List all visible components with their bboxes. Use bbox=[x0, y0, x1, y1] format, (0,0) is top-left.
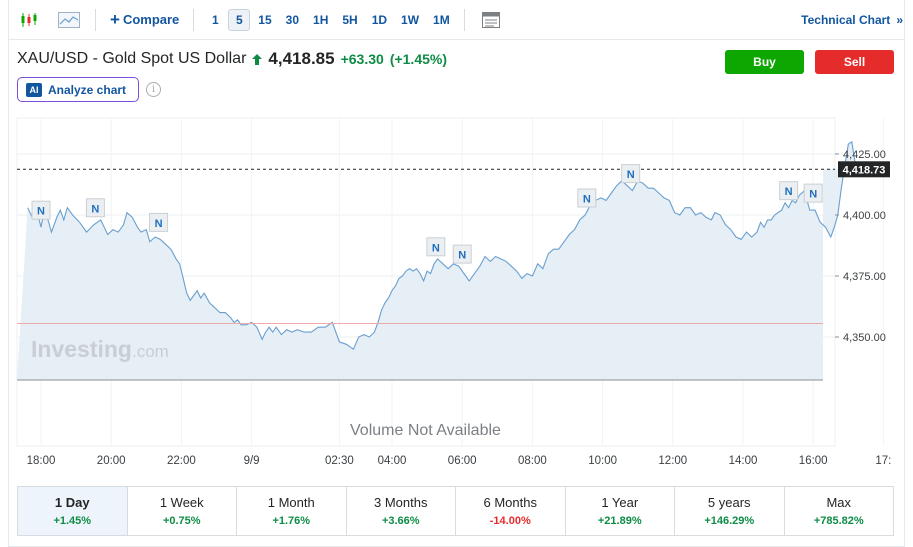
x-tick-label: 14:00 bbox=[729, 455, 758, 467]
x-tick-label: 08:00 bbox=[518, 455, 547, 467]
x-tick-label: 20:00 bbox=[97, 455, 126, 467]
y-tick-label: 4,425.00 bbox=[843, 149, 886, 161]
period-label: 1 Month bbox=[267, 495, 315, 510]
x-tick-label: 12:00 bbox=[658, 455, 687, 467]
watermark-suffix: .com bbox=[132, 342, 169, 361]
news-marker-label: N bbox=[432, 242, 440, 254]
period-label: Max bbox=[826, 495, 852, 510]
x-tick-label: 17: bbox=[875, 455, 891, 467]
period-change: +3.66% bbox=[381, 515, 420, 527]
news-marker-label: N bbox=[37, 206, 45, 218]
period-change: +146.29% bbox=[704, 515, 755, 527]
volume-not-available: Volume Not Available bbox=[350, 422, 501, 439]
period-tab[interactable]: 3 Months +3.66% bbox=[347, 487, 456, 535]
period-label: 1 Year bbox=[601, 495, 639, 510]
period-tab[interactable]: 1 Week +0.75% bbox=[128, 487, 237, 535]
period-change: +785.82% bbox=[813, 515, 864, 527]
period-label: 3 Months bbox=[374, 495, 428, 510]
x-tick-label: 04:00 bbox=[378, 455, 407, 467]
price-chart[interactable]: Investing.com N N N N N N N N N 4,425.00 4,400.00 4… bbox=[0, 0, 913, 547]
x-tick-label: 22:00 bbox=[167, 455, 196, 467]
news-marker-label: N bbox=[155, 218, 163, 230]
x-tick-label: 16:00 bbox=[799, 455, 828, 467]
period-tab[interactable]: 6 Months -14.00% bbox=[456, 487, 566, 535]
y-tick-label: 4,375.00 bbox=[843, 271, 886, 283]
current-price-label: 4,418.73 bbox=[843, 164, 886, 176]
period-change: +1.45% bbox=[53, 515, 92, 527]
x-tick-label: 18:00 bbox=[27, 455, 56, 467]
period-performance-strip: 1 Day +1.45% 1 Week +0.75% 1 Month +1.76% 3 Mo… bbox=[17, 486, 894, 536]
period-tab[interactable]: 1 Month +1.76% bbox=[237, 487, 347, 535]
x-tick-label: 06:00 bbox=[448, 455, 477, 467]
period-tab[interactable]: Max +785.82% bbox=[785, 487, 894, 535]
x-tick-label: 9/9 bbox=[244, 455, 260, 467]
x-tick-label: 02:30 bbox=[325, 455, 354, 467]
x-tick-label: 10:00 bbox=[588, 455, 617, 467]
period-tab[interactable]: 5 years +146.29% bbox=[675, 487, 785, 535]
period-tab[interactable]: 1 Year +21.89% bbox=[566, 487, 675, 535]
period-change: +0.75% bbox=[162, 515, 201, 527]
news-marker-label: N bbox=[785, 186, 793, 198]
period-label: 6 Months bbox=[483, 495, 537, 510]
news-marker-label: N bbox=[627, 169, 635, 181]
watermark-main: Investing bbox=[31, 336, 132, 362]
news-marker-label: N bbox=[458, 250, 466, 262]
news-marker-label: N bbox=[91, 203, 99, 215]
period-label: 5 years bbox=[707, 495, 751, 510]
y-tick-label: 4,350.00 bbox=[843, 332, 886, 344]
period-label: 1 Day bbox=[54, 495, 90, 510]
y-tick-label: 4,400.00 bbox=[843, 210, 886, 222]
period-label: 1 Week bbox=[159, 495, 204, 510]
period-change: +21.89% bbox=[597, 515, 642, 527]
period-change: +1.76% bbox=[272, 515, 311, 527]
period-change: -14.00% bbox=[489, 515, 531, 527]
news-marker-label: N bbox=[809, 189, 817, 201]
news-marker-label: N bbox=[583, 194, 591, 206]
period-tab[interactable]: 1 Day +1.45% bbox=[18, 487, 128, 535]
